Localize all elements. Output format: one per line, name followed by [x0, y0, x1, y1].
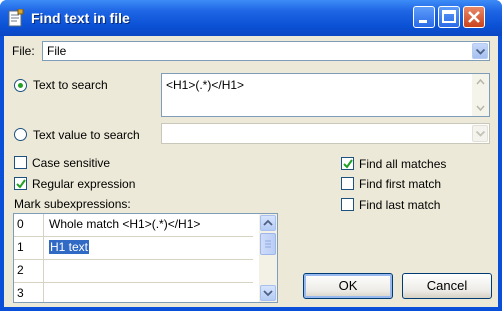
- find-all-matches-checkbox[interactable]: [341, 157, 354, 170]
- table-row[interactable]: 2: [14, 260, 253, 283]
- row-value[interactable]: H1 text: [46, 237, 90, 259]
- title-bar[interactable]: Find text in file: [0, 0, 502, 36]
- maximize-button[interactable]: [438, 6, 460, 28]
- close-button[interactable]: [463, 6, 485, 28]
- regular-expression-label: Regular expression: [32, 177, 136, 191]
- table-row[interactable]: 1 H1 text: [14, 237, 253, 260]
- scroll-down-icon: [263, 290, 273, 297]
- text-value-dropdown-button[interactable]: [472, 125, 488, 142]
- text-value-to-search-radio[interactable]: [14, 128, 27, 141]
- chevron-down-icon: [476, 49, 485, 55]
- scroll-thumb[interactable]: [260, 233, 276, 255]
- document-icon: [8, 9, 24, 27]
- dialog-window: Find text in file File: File Text to sea…: [0, 0, 502, 311]
- row-index: 2: [14, 260, 44, 282]
- row-index: 1: [14, 237, 44, 259]
- ok-button[interactable]: OK: [303, 273, 393, 299]
- scroll-down-icon[interactable]: [473, 100, 488, 115]
- file-select[interactable]: File: [42, 41, 490, 61]
- text-value-to-search-label: Text value to search: [33, 128, 140, 142]
- minimize-button[interactable]: [413, 6, 435, 28]
- find-last-match-label: Find last match: [359, 198, 441, 212]
- case-sensitive-checkbox[interactable]: [14, 156, 27, 169]
- minimize-icon: [419, 20, 427, 23]
- row-value: [46, 283, 49, 302]
- close-icon: [468, 11, 480, 23]
- table-row[interactable]: 3: [14, 283, 253, 302]
- row-value: Whole match <H1>(.*)</H1>: [49, 217, 201, 231]
- text-to-search-scrollbar[interactable]: [472, 74, 489, 116]
- find-first-match-label: Find first match: [359, 177, 442, 191]
- text-to-search-value: <H1>(.*)</H1>: [166, 78, 245, 92]
- cancel-button[interactable]: Cancel: [402, 273, 492, 299]
- table-row[interactable]: 0 Whole match <H1>(.*)</H1>: [14, 214, 253, 237]
- scroll-down-button[interactable]: [260, 285, 276, 301]
- text-to-search-label: Text to search: [33, 78, 108, 92]
- chevron-down-icon: [476, 131, 485, 137]
- checkmark-icon: [16, 179, 26, 189]
- text-value-to-search-select[interactable]: [161, 123, 490, 144]
- scroll-up-icon[interactable]: [473, 75, 488, 90]
- file-label: File:: [12, 44, 35, 58]
- dialog-body: File: File Text to search <H1>(.*)</H1> …: [4, 36, 498, 307]
- window-title: Find text in file: [31, 10, 130, 26]
- find-first-match-checkbox[interactable]: [341, 177, 354, 190]
- case-sensitive-label: Case sensitive: [32, 156, 111, 170]
- text-to-search-radio[interactable]: [14, 79, 27, 92]
- row-index: 0: [14, 214, 44, 236]
- find-last-match-checkbox[interactable]: [341, 198, 354, 211]
- maximize-icon: [442, 10, 456, 23]
- mark-subexpressions-label: Mark subexpressions:: [14, 197, 131, 211]
- text-to-search-input[interactable]: <H1>(.*)</H1>: [161, 73, 490, 117]
- regular-expression-checkbox[interactable]: [14, 177, 27, 190]
- table-scrollbar[interactable]: [259, 214, 277, 302]
- file-dropdown-button[interactable]: [472, 43, 488, 59]
- grip-icon: [265, 240, 271, 248]
- find-all-matches-label: Find all matches: [359, 157, 447, 171]
- checkmark-icon: [343, 159, 353, 169]
- radio-selected-dot: [18, 83, 23, 88]
- selected-text[interactable]: H1 text: [49, 240, 90, 254]
- file-select-value: File: [47, 44, 67, 58]
- subexpressions-table[interactable]: 0 Whole match <H1>(.*)</H1> 1 H1 text 2 …: [13, 213, 278, 303]
- scroll-up-icon: [263, 219, 273, 226]
- row-index: 3: [14, 283, 44, 302]
- row-value: [46, 260, 49, 282]
- scroll-up-button[interactable]: [260, 215, 276, 231]
